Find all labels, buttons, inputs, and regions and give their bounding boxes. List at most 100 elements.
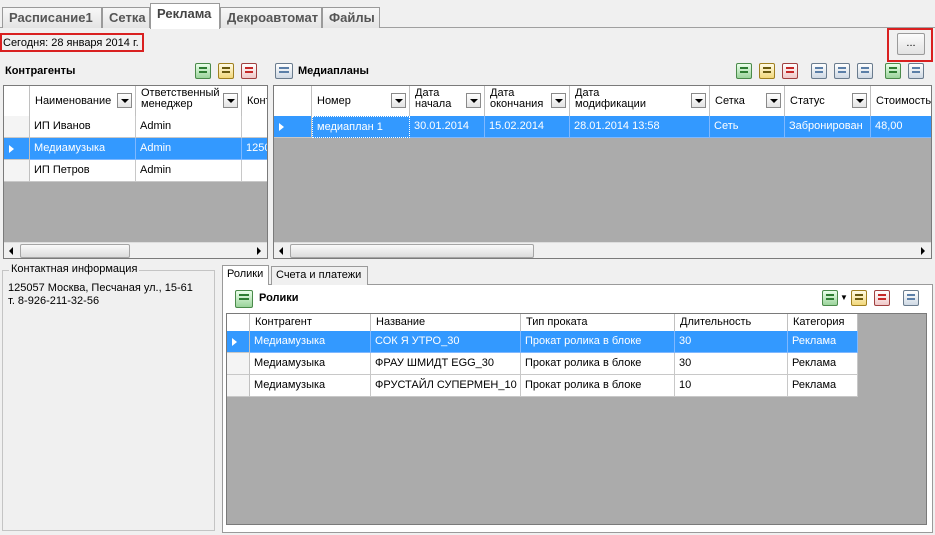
tab-schedule[interactable]: Расписание1 (2, 7, 102, 28)
cell-name: ИП Иванов (30, 116, 136, 138)
col-header-grid[interactable]: Сетка (710, 86, 785, 116)
cell-counterparty: Медиамузыка (250, 375, 371, 397)
copy-icon[interactable] (908, 63, 924, 79)
import-icon[interactable] (857, 63, 873, 79)
table-row-selected[interactable]: медиаплан 1 30.01.2014 15.02.2014 28.01.… (274, 116, 931, 138)
chevron-down-icon[interactable] (466, 93, 481, 108)
col-header-number[interactable]: Номер (312, 86, 410, 116)
tab-accounts-payments[interactable]: Счета и платежи (271, 266, 368, 285)
cell-contact: 125057 (242, 138, 267, 160)
cell-status: Забронирован (785, 116, 871, 138)
cell-start-date: 30.01.2014 (410, 116, 485, 138)
cell-counterparty: Медиамузыка (250, 353, 371, 375)
edit-mediaplan-icon[interactable] (759, 63, 775, 79)
cell-category: Реклама (788, 331, 858, 353)
chevron-down-icon[interactable] (223, 93, 238, 108)
scroll-thumb[interactable] (290, 244, 534, 258)
indicator-header (4, 86, 30, 116)
row-indicator (227, 375, 250, 397)
cell-category: Реклама (788, 353, 858, 375)
chevron-down-icon[interactable] (691, 93, 706, 108)
col-header-category[interactable]: Категория (788, 314, 858, 331)
counterparties-title: Контрагенты (5, 65, 76, 77)
chevron-down-icon[interactable] (117, 93, 132, 108)
col-header-status[interactable]: Статус (785, 86, 871, 116)
row-indicator (4, 138, 30, 160)
cell-contact (242, 160, 267, 182)
cell-rental-type: Прокат ролика в блоке (521, 375, 675, 397)
tab-files[interactable]: Файлы (322, 7, 380, 28)
add-clip-icon[interactable] (822, 290, 838, 306)
delete-counterparty-icon[interactable] (241, 63, 257, 79)
table-row[interactable]: ИП Петров Admin (4, 160, 267, 182)
tab-clips[interactable]: Ролики (222, 265, 269, 285)
delete-mediaplan-icon[interactable] (782, 63, 798, 79)
export-icon[interactable] (885, 63, 901, 79)
add-counterparty-icon[interactable] (195, 63, 211, 79)
scroll-right-icon[interactable] (915, 243, 931, 258)
add-mediaplan-icon[interactable] (736, 63, 752, 79)
mediaplans-header: Номер Дата начала Дата окончания Дата мо… (274, 86, 931, 116)
mediaplans-panel-icon (275, 63, 293, 79)
main-tab-strip: Расписание1 Сетка Реклама Декроавтомат Ф… (0, 0, 935, 29)
cell-clip-name: СОК Я УТРО_30 (371, 331, 521, 353)
row-indicator (274, 116, 312, 138)
col-header-modified-date[interactable]: Дата модификации (570, 86, 710, 116)
tab-grid[interactable]: Сетка (102, 7, 150, 28)
col-header-counterparty[interactable]: Контрагент (250, 314, 371, 331)
current-row-arrow-icon (279, 123, 284, 131)
table-row[interactable]: ИП Иванов Admin (4, 116, 267, 138)
col-header-cost[interactable]: Стоимость (871, 86, 931, 116)
scroll-right-icon[interactable] (251, 243, 267, 258)
scroll-thumb[interactable] (20, 244, 130, 258)
col-header-duration[interactable]: Длительность (675, 314, 788, 331)
cell-modified-date: 28.01.2014 13:58 (570, 116, 710, 138)
clip-properties-icon[interactable] (903, 290, 919, 306)
cell-counterparty: Медиамузыка (250, 331, 371, 353)
cell-manager: Admin (136, 116, 242, 138)
contact-address: 125057 Москва, Песчаная ул., 15-61 (8, 282, 193, 294)
chevron-down-icon[interactable] (852, 93, 867, 108)
cell-clip-name: ФРУСТАЙЛ СУПЕРМЕН_10 (371, 375, 521, 397)
chevron-down-icon[interactable] (551, 93, 566, 108)
row-indicator (4, 116, 30, 138)
edit-counterparty-icon[interactable] (218, 63, 234, 79)
clips-title: Ролики (259, 292, 299, 304)
scroll-left-icon[interactable] (274, 243, 290, 258)
table-row-selected[interactable]: Медиамузыка СОК Я УТРО_30 Прокат ролика … (227, 331, 858, 353)
tab-advertising[interactable]: Реклама (150, 3, 220, 29)
col-header-manager[interactable]: Ответственный менеджер (136, 86, 242, 116)
col-header-name[interactable]: Наименование (30, 86, 136, 116)
col-header-end-date[interactable]: Дата окончания (485, 86, 570, 116)
mediaplans-hscrollbar[interactable] (274, 242, 931, 258)
clips-grid: Контрагент Название Тип проката Длительн… (226, 313, 927, 525)
delete-clip-icon[interactable] (874, 290, 890, 306)
contact-info-title: Контактная информация (9, 263, 140, 275)
edit-clip-icon[interactable] (851, 290, 867, 306)
report-icon[interactable] (834, 63, 850, 79)
cell-duration: 30 (675, 353, 788, 375)
cell-manager: Admin (136, 160, 242, 182)
table-row[interactable]: Медиамузыка ФРАУ ШМИДТ EGG_30 Прокат рол… (227, 353, 858, 375)
counterparties-grid: Наименование Ответственный менеджер Конт… (3, 85, 268, 259)
current-row-arrow-icon (232, 338, 237, 346)
col-header-start-date[interactable]: Дата начала (410, 86, 485, 116)
clips-header: Контрагент Название Тип проката Длительн… (227, 314, 858, 331)
tab-decroautomat[interactable]: Декроавтомат (220, 7, 322, 28)
more-options-button[interactable]: ... (897, 33, 925, 55)
cell-rental-type: Прокат ролика в блоке (521, 331, 675, 353)
col-header-clip-name[interactable]: Название (371, 314, 521, 331)
document-icon[interactable] (811, 63, 827, 79)
cell-contact (242, 116, 267, 138)
chevron-down-icon[interactable] (391, 93, 406, 108)
clips-panel-icon (235, 290, 253, 308)
table-row[interactable]: Медиамузыка ФРУСТАЙЛ СУПЕРМЕН_10 Прокат … (227, 375, 858, 397)
chevron-down-icon[interactable] (766, 93, 781, 108)
scroll-left-icon[interactable] (4, 243, 20, 258)
col-header-rental-type[interactable]: Тип проката (521, 314, 675, 331)
table-row-selected[interactable]: Медиамузыка Admin 125057 (4, 138, 267, 160)
chevron-down-icon[interactable]: ▼ (840, 293, 848, 302)
cell-name: ИП Петров (30, 160, 136, 182)
counterparties-hscrollbar[interactable] (4, 242, 267, 258)
col-header-contact[interactable]: Конт (242, 86, 267, 116)
